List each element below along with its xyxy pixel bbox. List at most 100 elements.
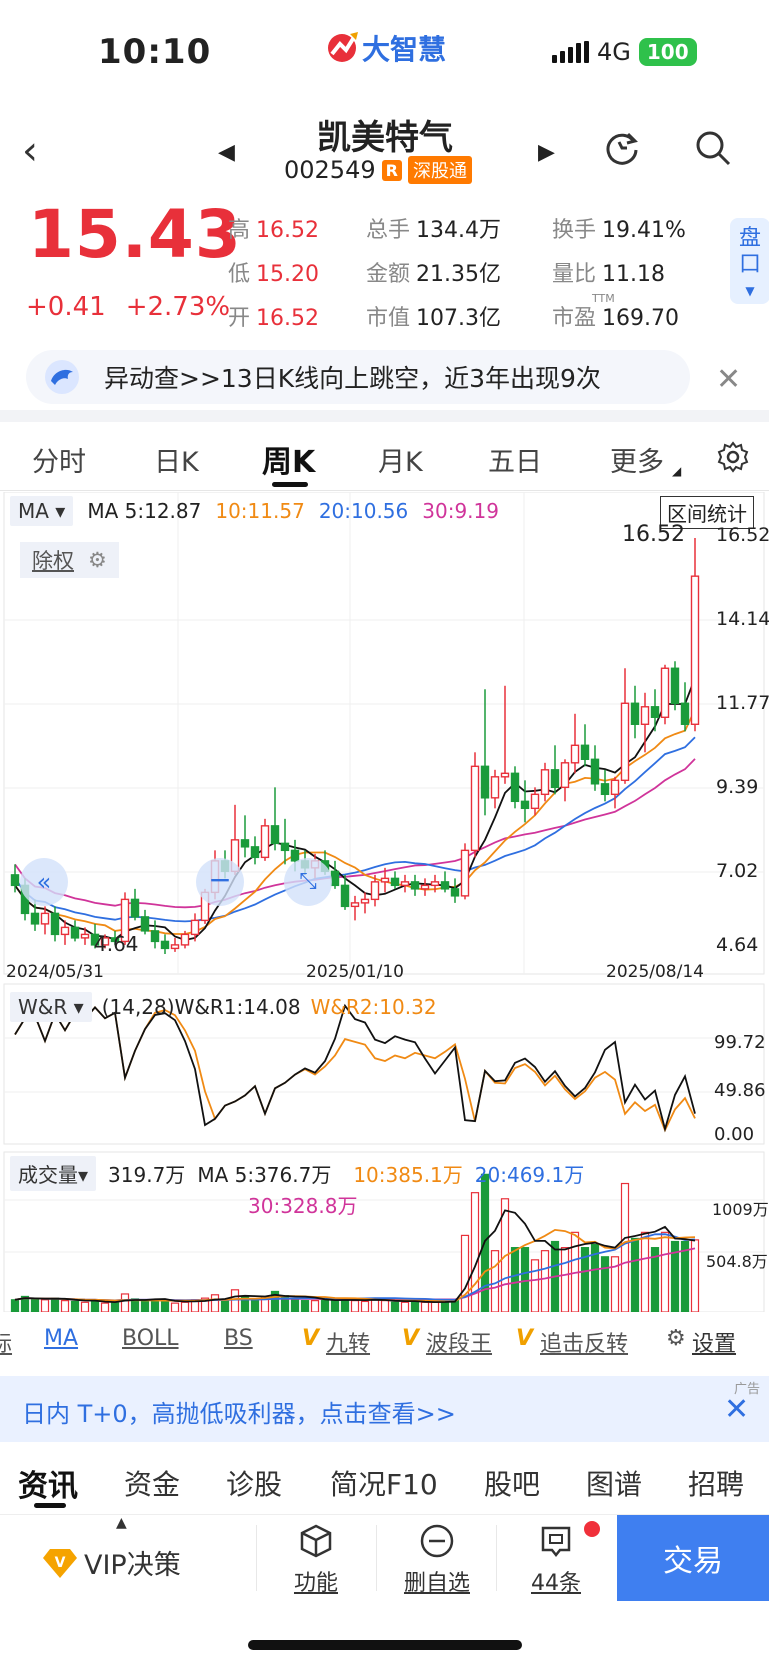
volume-bar [60, 1300, 70, 1312]
volume-bar [320, 1300, 330, 1312]
candle-body [460, 849, 470, 897]
trade-button[interactable]: 交易 [617, 1515, 769, 1601]
tab-funds[interactable]: 资金 [124, 1463, 180, 1503]
zoom-out-icon[interactable]: − [196, 858, 244, 906]
tab-jobs[interactable]: 招聘 [688, 1463, 744, 1503]
indicator-tab-boduanwang[interactable]: 波段王 [426, 1326, 492, 1358]
tab-five-day[interactable]: 五日 [488, 440, 542, 479]
tab-f10[interactable]: 简况F10 [330, 1463, 438, 1503]
pankou-button[interactable]: 盘口 ▼ [730, 218, 769, 304]
kline-chart-area[interactable]: MA ▾ MA 5:12.87 10:11.57 20:10.56 30:9.1… [0, 492, 769, 1312]
tab-daily-k[interactable]: 日K [154, 440, 199, 479]
tab-forum[interactable]: 股吧 [484, 1463, 540, 1503]
volume-bar [290, 1298, 300, 1312]
tab-news[interactable]: 资讯 [18, 1461, 78, 1505]
volume-bar [120, 1293, 130, 1312]
volume-bar [210, 1294, 220, 1312]
tab-diagnosis[interactable]: 诊股 [226, 1463, 282, 1503]
tab-weekly-k[interactable]: 周K [262, 437, 315, 481]
candle-body [140, 916, 150, 932]
messages-button[interactable]: 44条 [526, 1523, 586, 1597]
close-icon[interactable]: ✕ [716, 362, 741, 397]
divider [256, 1525, 257, 1591]
candle-body [500, 772, 510, 778]
quote-amount: 金额 21.35亿 [366, 262, 501, 287]
tab-monthly-k[interactable]: 月K [378, 440, 423, 479]
tab-more[interactable]: 更多 [610, 440, 664, 479]
bottom-bar: ▲ V VIP决策 功能 删自选 44条 交易 [0, 1514, 769, 1601]
candle-body [620, 702, 630, 782]
tab-graph[interactable]: 图谱 [586, 1463, 642, 1503]
candle-body [580, 744, 590, 761]
candle-body [520, 800, 530, 810]
period-tabs: 分时 日K 周K 月K 五日 更多 ◢ [0, 430, 769, 488]
candle-body [660, 667, 670, 718]
candle-body [570, 744, 580, 764]
settings-small-icon: ⚙ [88, 548, 107, 572]
search-icon[interactable] [693, 128, 733, 168]
quote-volume: 总手 134.4万 [366, 218, 501, 243]
function-button[interactable]: 功能 [286, 1523, 346, 1597]
dolphin-icon [44, 359, 80, 395]
stock-code: 002549 [284, 156, 376, 184]
back-icon[interactable]: ‹ [22, 128, 38, 174]
next-stock-icon[interactable]: ▶ [538, 140, 555, 165]
volume-bar [330, 1299, 340, 1312]
tab-fenshi[interactable]: 分时 [32, 440, 86, 479]
indicator-tab-ma[interactable]: MA [44, 1326, 78, 1351]
volume-bar [30, 1298, 40, 1312]
price-change-pct: +2.73% [125, 292, 231, 322]
candle-body [260, 825, 270, 859]
price-tick: 14.14 [716, 608, 769, 630]
volume-bar [310, 1300, 320, 1312]
candle-body [430, 881, 440, 887]
wr1-value: W&R1:14.08 [174, 995, 301, 1019]
divider [0, 410, 769, 422]
volume-bar [70, 1300, 80, 1312]
cube-icon [300, 1524, 332, 1558]
indicator-tab[interactable]: 标 [0, 1326, 12, 1358]
volume-selector[interactable]: 成交量▾ [10, 1156, 97, 1191]
candle-body [640, 706, 650, 725]
ad-banner[interactable]: 日内 T+0，高抛低吸利器，点击查看>> 广告 ✕ [0, 1376, 769, 1442]
fullscreen-icon[interactable]: ⤡ [284, 858, 332, 906]
scroll-left-icon[interactable]: « [20, 858, 68, 906]
quote-open: 开 16.52 [228, 306, 319, 331]
volume-bar [140, 1300, 150, 1312]
prev-stock-icon[interactable]: ◀ [218, 140, 235, 165]
vip-decision-button[interactable]: V VIP决策 [42, 1543, 181, 1582]
indicator-tab-bs[interactable]: BS [224, 1326, 253, 1351]
volume-legend: 成交量▾ 319.7万 MA 5:376.7万 10:385.1万 20:469… [10, 1156, 584, 1191]
ma10-value: 10:11.57 [215, 499, 305, 523]
candle-body [30, 912, 40, 925]
candle-body [410, 881, 420, 890]
wr-selector[interactable]: W&R ▾ [10, 992, 92, 1022]
ma5-value: MA 5:12.87 [87, 499, 202, 523]
tab-underline [272, 482, 308, 487]
gear-icon[interactable] [716, 440, 750, 474]
volume-tick: 1009万 [712, 1200, 769, 1219]
wr-tick: 99.72 [714, 1032, 766, 1053]
volume-bar [40, 1299, 50, 1312]
candle-body [40, 912, 50, 925]
refresh-icon[interactable] [602, 128, 642, 168]
candle-body [420, 884, 430, 890]
volume-bar [170, 1302, 180, 1312]
indicator-tab-zhuiji[interactable]: 追击反转 [540, 1326, 628, 1358]
divider [496, 1525, 497, 1591]
remove-watchlist-button[interactable]: 删自选 [402, 1523, 472, 1597]
candle-body [330, 870, 340, 887]
ma-selector[interactable]: MA ▾ [10, 496, 74, 526]
indicator-settings[interactable]: 设置 [692, 1326, 736, 1358]
volume-bar [440, 1300, 450, 1312]
close-icon[interactable]: ✕ [724, 1392, 749, 1427]
wr-tick: 0.00 [714, 1124, 755, 1145]
volume-bar [360, 1300, 370, 1312]
alert-banner[interactable]: 异动查>>13日K线向上跳空，近3年出现9次 [26, 350, 690, 404]
caret-up-icon: ▲ [116, 1515, 127, 1531]
status-indicators: 4G 100 [552, 38, 697, 66]
chuquan-button[interactable]: 除权 ⚙ [20, 542, 119, 578]
volume-bar [150, 1299, 160, 1312]
indicator-tab-jiuzhuan[interactable]: 九转 [326, 1326, 370, 1358]
indicator-tab-boll[interactable]: BOLL [122, 1326, 179, 1351]
